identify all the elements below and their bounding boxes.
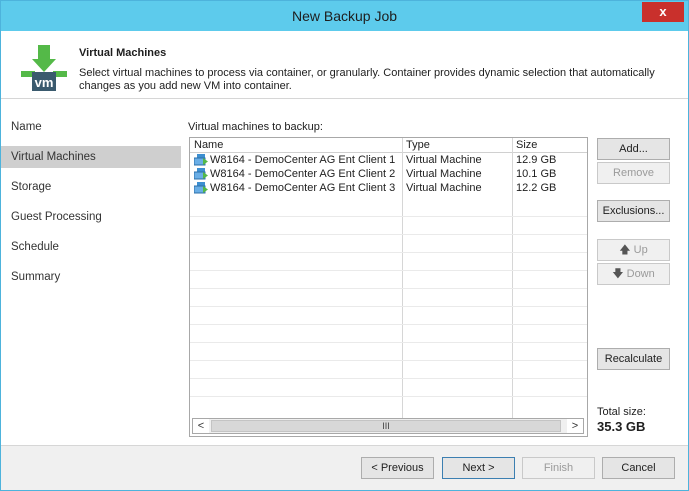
add-button[interactable]: Add... (597, 138, 670, 160)
vm-icon (194, 182, 208, 194)
grid-line (190, 360, 587, 361)
sidebar-item-name[interactable]: Name (1, 116, 181, 138)
grid-line (190, 288, 587, 289)
remove-button[interactable]: Remove (597, 162, 670, 184)
move-down-button[interactable]: 🡇 Down (597, 263, 670, 285)
vm-type: Virtual Machine (406, 182, 482, 194)
arrow-up-icon: 🡅 (619, 244, 631, 256)
vm-size: 10.1 GB (516, 168, 557, 180)
grid-header: Name Type Size (190, 138, 587, 153)
dialog-window: New Backup Job x vm Virtual Machines Sel… (0, 0, 689, 491)
horizontal-scrollbar[interactable]: < III > (192, 418, 584, 434)
virtual-machines-logo-icon: vm (21, 45, 67, 91)
step-header: vm Virtual Machines Select virtual machi… (1, 31, 688, 99)
grid-line (190, 216, 587, 217)
close-button[interactable]: x (642, 2, 684, 22)
column-header-type[interactable]: Type (406, 139, 430, 151)
step-title: Virtual Machines (79, 47, 167, 59)
recalculate-button[interactable]: Recalculate (597, 348, 670, 370)
grid-line (190, 270, 587, 271)
column-header-size[interactable]: Size (516, 139, 537, 151)
grid-line (190, 378, 587, 379)
grid-line (190, 396, 587, 397)
previous-button[interactable]: < Previous (361, 457, 434, 479)
grid-line (190, 252, 587, 253)
move-up-button[interactable]: 🡅 Up (597, 239, 670, 261)
total-size-label: Total size: (597, 406, 646, 418)
table-row[interactable]: W8164 - DemoCenter AG Ent Client 3 Virtu… (190, 182, 587, 196)
scroll-right-button[interactable]: > (567, 419, 583, 433)
step-description: Select virtual machines to process via c… (79, 67, 655, 92)
vm-size: 12.2 GB (516, 182, 557, 194)
arrow-down-icon: 🡇 (612, 268, 624, 280)
vm-name: W8164 - DemoCenter AG Ent Client 3 (210, 182, 396, 194)
table-row[interactable]: W8164 - DemoCenter AG Ent Client 1 Virtu… (190, 154, 587, 168)
grid-label: Virtual machines to backup: (188, 121, 323, 133)
scroll-thumb[interactable]: III (211, 420, 561, 432)
total-size-value: 35.3 GB (597, 419, 646, 434)
vm-size: 12.9 GB (516, 154, 557, 166)
main-content: Virtual machines to backup: Name Type Si… (182, 100, 688, 445)
exclusions-button[interactable]: Exclusions... (597, 200, 670, 222)
grid-line (190, 306, 587, 307)
sidebar-item-schedule[interactable]: Schedule (1, 236, 181, 258)
cancel-button[interactable]: Cancel (602, 457, 675, 479)
scroll-left-button[interactable]: < (193, 419, 209, 433)
grid-line (190, 234, 587, 235)
sidebar-item-virtual-machines[interactable]: Virtual Machines (1, 146, 181, 168)
grid-line (190, 324, 587, 325)
grid-line (190, 342, 587, 343)
vm-type: Virtual Machine (406, 168, 482, 180)
title-bar[interactable]: New Backup Job x (1, 1, 688, 31)
vm-icon (194, 168, 208, 180)
window-title: New Backup Job (291, 8, 398, 24)
wizard-steps-sidebar: Name Virtual Machines Storage Guest Proc… (1, 100, 181, 445)
vm-type: Virtual Machine (406, 154, 482, 166)
sidebar-item-summary[interactable]: Summary (1, 266, 181, 288)
vm-icon (194, 154, 208, 166)
next-button[interactable]: Next > (442, 457, 515, 479)
column-header-name[interactable]: Name (194, 139, 223, 151)
up-label: Up (633, 244, 648, 256)
vm-name: W8164 - DemoCenter AG Ent Client 2 (210, 168, 396, 180)
down-label: Down (626, 268, 655, 280)
wizard-footer: < Previous Next > Finish Cancel (1, 445, 688, 490)
logo-text: vm (35, 75, 54, 90)
sidebar-item-guest-processing[interactable]: Guest Processing (1, 206, 181, 228)
vm-list-grid[interactable]: Name Type Size W8164 - DemoCenter AG Ent… (189, 137, 588, 437)
vm-name: W8164 - DemoCenter AG Ent Client 1 (210, 154, 396, 166)
table-row[interactable]: W8164 - DemoCenter AG Ent Client 2 Virtu… (190, 168, 587, 182)
sidebar-item-storage[interactable]: Storage (1, 176, 181, 198)
finish-button[interactable]: Finish (522, 457, 595, 479)
